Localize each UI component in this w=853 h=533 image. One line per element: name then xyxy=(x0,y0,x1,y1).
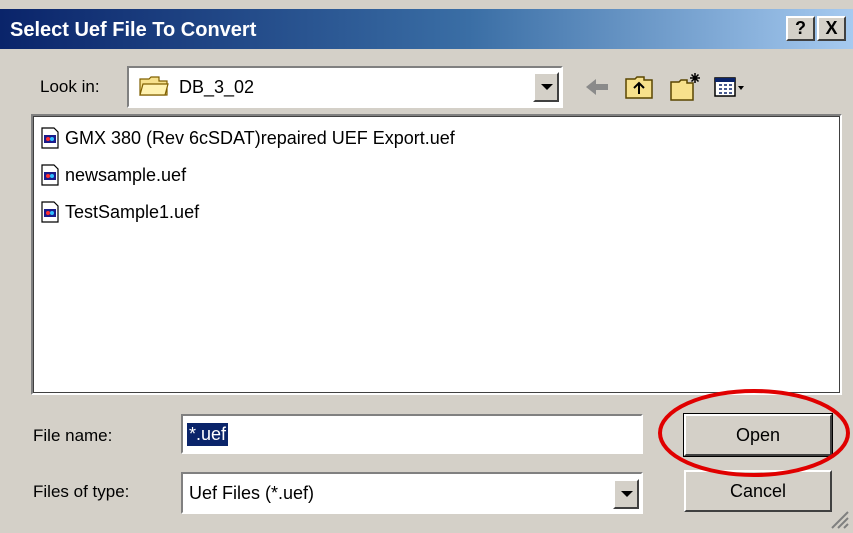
file-type-value: Uef Files (*.uef) xyxy=(189,483,315,503)
cancel-button[interactable]: Cancel xyxy=(684,470,832,512)
uef-file-icon xyxy=(41,201,59,223)
look-in-dropdown[interactable]: DB_3_02 xyxy=(127,66,563,108)
file-type-label: Files of type: xyxy=(33,482,130,501)
help-button[interactable]: ? xyxy=(786,16,815,41)
view-menu-icon[interactable] xyxy=(712,70,746,104)
back-icon[interactable] xyxy=(580,70,614,104)
look-in-dropdown-button[interactable] xyxy=(533,72,559,102)
file-name: GMX 380 (Rev 6cSDAT)repaired UEF Export.… xyxy=(65,127,455,148)
look-in-value: DB_3_02 xyxy=(179,77,255,97)
open-file-dialog: Select Uef File To Convert ? X Look in: … xyxy=(0,0,853,533)
list-item[interactable]: TestSample1.uef xyxy=(39,198,199,226)
new-folder-icon[interactable] xyxy=(668,70,702,104)
resize-grip-icon[interactable] xyxy=(828,508,850,530)
chevron-down-icon xyxy=(541,84,553,90)
dialog-title: Select Uef File To Convert xyxy=(10,19,257,41)
list-item[interactable]: GMX 380 (Rev 6cSDAT)repaired UEF Export.… xyxy=(39,124,455,152)
file-name-input[interactable]: *.uef xyxy=(181,414,643,454)
list-item[interactable]: newsample.uef xyxy=(39,161,186,189)
file-name-value: *.uef xyxy=(187,423,229,446)
open-button[interactable]: Open xyxy=(683,413,833,457)
uef-file-icon xyxy=(41,164,59,186)
file-type-dropdown[interactable]: Uef Files (*.uef) xyxy=(181,472,643,514)
title-bar[interactable]: Select Uef File To Convert ? X xyxy=(0,9,853,49)
uef-file-icon xyxy=(41,127,59,149)
open-folder-icon xyxy=(139,76,169,96)
file-list[interactable]: GMX 380 (Rev 6cSDAT)repaired UEF Export.… xyxy=(31,114,842,395)
file-type-dropdown-button[interactable] xyxy=(613,479,639,509)
file-name: TestSample1.uef xyxy=(65,201,200,222)
close-button[interactable]: X xyxy=(817,16,846,41)
up-folder-icon[interactable] xyxy=(622,70,656,104)
file-name-label: File name: xyxy=(33,426,113,445)
look-in-label: Look in: xyxy=(40,77,100,96)
file-name: newsample.uef xyxy=(65,164,187,185)
chevron-down-icon xyxy=(621,491,633,497)
